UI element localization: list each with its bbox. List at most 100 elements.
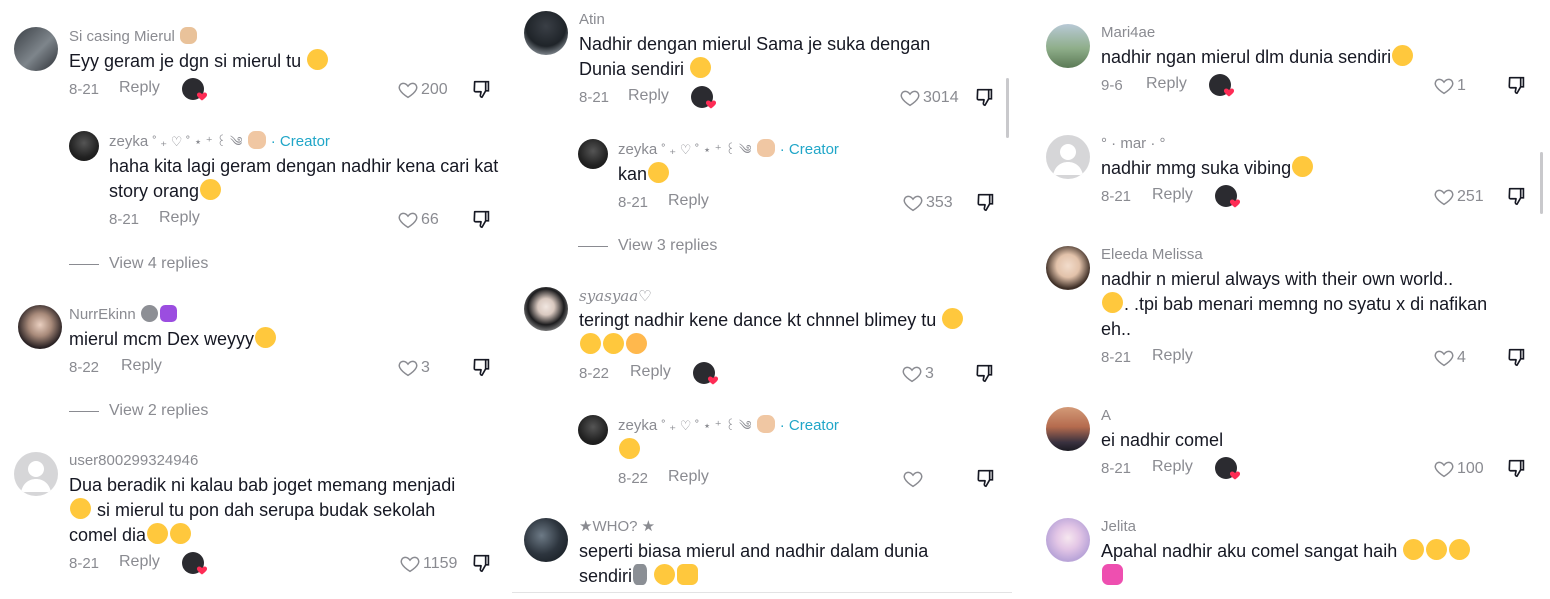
- dislike-icon[interactable]: [974, 86, 996, 108]
- like-button[interactable]: 3: [397, 356, 430, 380]
- default-avatar-icon[interactable]: [14, 452, 58, 496]
- comments-panel-3: Mari4ae nadhir ngan mierul dlm dunia sen…: [1028, 0, 1550, 599]
- comment-text: nadhir n mierul always with their own wo…: [1101, 269, 1488, 339]
- hands-emoji: [247, 131, 266, 149]
- avatar[interactable]: [1046, 24, 1090, 68]
- like-button[interactable]: 1: [1433, 74, 1466, 98]
- like-button[interactable]: 66: [397, 208, 439, 232]
- username[interactable]: Mari4ae: [1101, 24, 1541, 42]
- dislike-icon[interactable]: [1506, 457, 1528, 479]
- avatar[interactable]: [578, 415, 608, 445]
- like-button[interactable]: 3014: [899, 86, 959, 110]
- username[interactable]: syasyaa♡: [579, 287, 1009, 305]
- crying-emoji: [1449, 539, 1471, 560]
- reply-button[interactable]: Reply: [119, 79, 160, 97]
- reply-button[interactable]: Reply: [1152, 186, 1193, 204]
- avatar[interactable]: [18, 305, 62, 349]
- like-button[interactable]: 100: [1433, 457, 1484, 481]
- comment-text: seperti biasa mierul and nadhir dalam du…: [579, 541, 929, 586]
- reply-button[interactable]: Reply: [668, 192, 709, 210]
- avatar[interactable]: [1046, 246, 1090, 290]
- dislike-icon[interactable]: [1506, 185, 1528, 207]
- dislike-icon[interactable]: [974, 362, 996, 384]
- dislike-icon[interactable]: [471, 356, 493, 378]
- username[interactable]: zeyka ˚ ₊ ♡ ˚ ⋆ ⁺ ꒰ ༄ · Creator: [109, 131, 504, 151]
- avatar[interactable]: [524, 11, 568, 55]
- creator-liked-avatar: [182, 78, 208, 101]
- dislike-icon[interactable]: [975, 191, 997, 213]
- view-replies-button[interactable]: View 4 replies: [69, 255, 208, 273]
- view-replies-button[interactable]: View 3 replies: [578, 237, 717, 255]
- username[interactable]: Atin: [579, 11, 1009, 29]
- like-button[interactable]: 4: [1433, 346, 1466, 370]
- username[interactable]: Si casing Mierul: [69, 27, 499, 46]
- dislike-icon[interactable]: [471, 208, 493, 230]
- joy-emoji: [255, 327, 277, 348]
- username[interactable]: zeyka ˚ ₊ ♡ ˚ ⋆ ⁺ ꒰ ༄ · Creator: [618, 415, 1008, 435]
- like-button[interactable]: 200: [397, 78, 448, 102]
- dislike-icon[interactable]: [1506, 74, 1528, 96]
- creator-liked-avatar: [1215, 457, 1241, 480]
- comment-date: 8-21: [1101, 188, 1132, 205]
- comment-text: Nadhir dengan mierul Sama je suka dengan…: [579, 34, 931, 79]
- like-count: 100: [1457, 460, 1484, 477]
- dislike-icon[interactable]: [1506, 346, 1528, 368]
- comment-text: teringt nadhir kene dance kt chnnel blim…: [579, 308, 1009, 358]
- dislike-icon[interactable]: [471, 78, 493, 100]
- reply-button[interactable]: Reply: [630, 363, 671, 381]
- view-replies-button[interactable]: View 2 replies: [69, 402, 208, 420]
- like-count: 3: [421, 359, 430, 376]
- koala-emoji: [140, 305, 158, 322]
- avatar[interactable]: [14, 27, 58, 71]
- heart-outline-icon: [902, 366, 922, 383]
- username[interactable]: zeyka ˚ ₊ ♡ ˚ ⋆ ⁺ ꒰ ༄ · Creator: [618, 139, 1008, 159]
- comment-meta: 9-6 Reply 1: [1101, 74, 1541, 98]
- creator-liked-avatar: [693, 362, 719, 385]
- comment-meta: 8-21 Reply 100: [1101, 457, 1541, 481]
- dislike-icon[interactable]: [471, 552, 493, 574]
- comment-date: 8-22: [618, 470, 649, 487]
- avatar[interactable]: [69, 131, 99, 161]
- like-button[interactable]: 1159: [399, 552, 457, 576]
- like-count: 1159: [423, 555, 458, 572]
- reply-button[interactable]: Reply: [1152, 458, 1193, 476]
- like-button[interactable]: 3: [901, 362, 934, 386]
- reply-button[interactable]: Reply: [628, 87, 669, 105]
- like-count: 251: [1457, 188, 1484, 205]
- reply-button[interactable]: Reply: [1146, 75, 1187, 93]
- reply-button[interactable]: Reply: [668, 468, 709, 486]
- scrollbar[interactable]: [1540, 152, 1543, 214]
- like-button[interactable]: 251: [1433, 185, 1484, 209]
- username[interactable]: ° · mar · °: [1101, 135, 1541, 153]
- comment-meta: 8-21 Reply 200: [69, 78, 499, 102]
- comment-meta: 8-21 Reply 66: [109, 208, 504, 232]
- username[interactable]: ★WHO? ★: [579, 518, 1009, 536]
- reply-button[interactable]: Reply: [119, 553, 160, 571]
- username[interactable]: Jelita: [1101, 518, 1541, 536]
- username[interactable]: Eleeda Melissa: [1101, 246, 1541, 264]
- scrollbar[interactable]: [1006, 78, 1009, 138]
- avatar[interactable]: [1046, 518, 1090, 562]
- avatar[interactable]: [1046, 407, 1090, 451]
- username[interactable]: user800299324946: [69, 452, 499, 470]
- default-avatar-icon[interactable]: [1046, 135, 1090, 179]
- like-count: 353: [926, 194, 953, 211]
- dislike-icon[interactable]: [975, 467, 997, 489]
- like-button[interactable]: 353: [902, 191, 953, 215]
- reply-button[interactable]: Reply: [121, 357, 162, 375]
- reply-button[interactable]: Reply: [1152, 347, 1193, 365]
- hands-emoji: [756, 415, 775, 433]
- crying-emoji: [654, 564, 676, 585]
- username[interactable]: A: [1101, 407, 1541, 425]
- like-button[interactable]: [902, 467, 926, 491]
- comment-meta: 8-21 Reply 353: [618, 191, 1008, 215]
- comment-meta: 8-22 Reply: [618, 467, 1008, 491]
- avatar[interactable]: [524, 287, 568, 331]
- heart-outline-icon: [398, 360, 418, 377]
- username[interactable]: NurrEkinn: [69, 305, 499, 324]
- comment-text: Apahal nadhir aku comel sangat haih: [1101, 539, 1541, 589]
- reply-button[interactable]: Reply: [159, 209, 200, 227]
- avatar[interactable]: [524, 518, 568, 562]
- avatar[interactable]: [578, 139, 608, 169]
- comment-meta: 8-21 Reply 4: [1101, 346, 1541, 370]
